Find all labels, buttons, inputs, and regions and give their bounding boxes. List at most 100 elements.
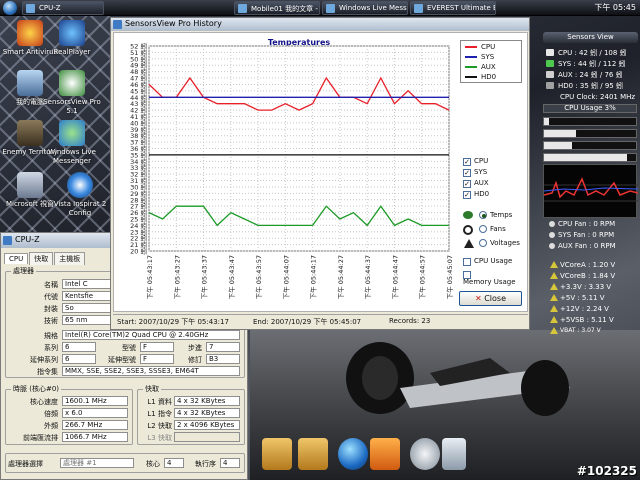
fan-row-aux: AUX Fan : 0 RPM — [549, 242, 616, 250]
label-instructions: 指令集 — [37, 368, 58, 376]
value-stepping: 7 — [206, 342, 240, 352]
legend-label: AUX — [481, 63, 496, 71]
everest-icon — [414, 4, 423, 13]
desktop-icon-vista-inspirat[interactable]: Vista Inspirat 2 Config — [50, 172, 110, 218]
chart-legend: CPU SYS AUX HD0 — [460, 40, 522, 83]
label-core-speed: 核心速度 — [30, 398, 58, 406]
legend-item-hd0: HD0 — [465, 73, 496, 81]
value-family: 6 — [62, 342, 96, 352]
taskbar: CPU-Z Mobile01 我的文章 - ... Windows Live M… — [0, 0, 640, 16]
value-cores: 4 — [164, 458, 184, 468]
history-titlebar[interactable]: SensorsView Pro History — [111, 18, 529, 31]
legend-label: HD0 — [481, 73, 497, 81]
label-family: 系列 — [44, 344, 58, 352]
checkbox-sys[interactable]: ✓ SYS — [463, 169, 490, 177]
value-package: So — [62, 303, 114, 313]
desktop-icon-messenger[interactable]: Windows Live Messenger — [42, 120, 102, 166]
voltage-row-vbat: VBAT : 3.07 V — [550, 327, 601, 334]
label-ext-model: 延伸型號 — [108, 356, 136, 364]
value-l3 — [174, 432, 240, 442]
gadget-title: Sensors View — [543, 32, 638, 43]
vista-icon — [67, 172, 93, 198]
cpu-icon — [546, 49, 554, 56]
gadget-graph — [543, 164, 639, 218]
sensor-row-aux: AUX : 24 蚓 / 76 蚓 — [546, 70, 623, 80]
sensor-row-hd0: HD0 : 35 蚓 / 95 蚓 — [546, 81, 623, 91]
cpu-usage-label: CPU Usage 3% — [564, 104, 616, 112]
value-ext-model: F — [140, 354, 174, 364]
cpuz-title: CPU-Z — [15, 235, 40, 244]
aux-icon — [546, 71, 554, 78]
checkbox-cpu[interactable]: ✓ CPU — [463, 158, 491, 166]
label-stepping: 步進 — [188, 344, 202, 352]
checkbox-aux[interactable]: ✓ AUX — [463, 180, 492, 188]
radio-fans[interactable]: Fans — [479, 225, 506, 233]
x-tick-label: 下午 05:44:17 — [309, 255, 318, 299]
voltage-row-3v3: +3.3V : 3.33 V — [549, 283, 612, 291]
documents-icon[interactable] — [298, 438, 328, 470]
tab-cpu[interactable]: CPU — [4, 253, 29, 264]
checkbox-cpu-usage[interactable]: CPU Usage — [463, 258, 515, 266]
y-tick-label: 52 蚓 — [130, 42, 147, 51]
desktop-icon-realplayer[interactable]: RealPlayer — [42, 20, 102, 57]
chart-area: Temperatures 20 蚓 21 蚓 22 蚓 23 蚓 24 蚓 25 蚓 26 … — [113, 32, 453, 312]
sensor-value: CPU : 42 蚓 / 108 蚓 — [558, 49, 627, 57]
computer-icon — [17, 70, 43, 96]
folder-icon[interactable] — [262, 438, 292, 470]
legend-swatch — [465, 46, 477, 48]
status-end: End: 2007/10/29 下午 05:45:07 — [253, 318, 362, 326]
globe-icon[interactable] — [338, 438, 368, 470]
radio-indicator — [479, 211, 487, 219]
sensor-row-sys: SYS : 44 蚓 / 112 蚓 — [546, 59, 626, 69]
desktop-icon-label: RealPlayer — [53, 48, 91, 56]
close-button-label: Close — [484, 294, 507, 303]
desktop-icon-label: Vista Inspirat 2 Config — [53, 200, 107, 217]
value-instructions: MMX, SSE, SSE2, SSE3, SSSE3, EM64T — [62, 366, 240, 376]
window-icon — [17, 172, 43, 198]
game-icon — [17, 120, 43, 146]
taskbar-button-messenger[interactable]: Windows Live Messen... — [322, 1, 408, 15]
checkbox-hd0[interactable]: ✓ HD0 — [463, 191, 492, 199]
taskbar-button-label: Windows Live Messen... — [339, 4, 407, 12]
radio-voltages[interactable]: Voltages — [479, 239, 520, 247]
value-multiplier: x 6.0 — [62, 408, 128, 418]
media-player-icon[interactable] — [370, 438, 400, 470]
check-icon: ✓ — [463, 169, 471, 177]
sys-icon — [546, 60, 554, 67]
legend-swatch — [465, 56, 477, 58]
x-tick-label: 下午 05:44:47 — [390, 255, 399, 299]
voltage-mode-icon — [464, 239, 474, 248]
value-revision: B3 — [206, 354, 240, 364]
taskbar-button-label: EVEREST Ultimate Edit... — [427, 4, 495, 12]
checkbox-memory-usage[interactable]: Memory Usage — [463, 271, 529, 287]
x-tick-label: 下午 05:43:27 — [172, 255, 181, 299]
bar-fill — [544, 154, 627, 161]
sensorsview-icon — [113, 20, 122, 29]
taskbar-button-everest[interactable]: EVEREST Ultimate Edit... — [410, 1, 496, 15]
wallpaper-race-car — [346, 342, 570, 416]
close-button[interactable]: ✕ Close — [459, 291, 522, 306]
taskbar-button-cpuz[interactable]: CPU-Z — [22, 1, 104, 15]
cpuz-icon — [26, 4, 35, 13]
desktop-icon-sensorsview[interactable]: SensorsView Pro 5.1 — [42, 70, 102, 116]
label-bus-speed: 外頻 — [44, 422, 58, 430]
recycle-bin-icon[interactable] — [442, 438, 466, 470]
legend-label: SYS — [481, 53, 495, 61]
checkbox-box — [463, 258, 471, 266]
start-button[interactable] — [3, 1, 17, 15]
voltage-row-5vsb: +5VSB : 5.11 V — [550, 316, 614, 324]
cpu-usage-bar: CPU Usage 3% — [543, 104, 637, 113]
desktop-icon-label: Microsoft 視窗 — [5, 200, 55, 208]
legend-item-sys: SYS — [465, 53, 494, 61]
value-model: F — [140, 342, 174, 352]
taskbar-button-mobile01[interactable]: Mobile01 我的文章 - ... — [234, 1, 320, 15]
tab-mainboard[interactable]: 主機板 — [54, 252, 86, 265]
x-tick-label: 下午 05:43:47 — [227, 255, 236, 299]
voltage-row-vcorea: VCoreA : 1.20 V — [549, 261, 616, 269]
radio-temps[interactable]: Temps — [479, 211, 512, 219]
settings-gear-icon[interactable] — [410, 438, 440, 470]
processor-select[interactable]: 處理器 #1 — [60, 458, 134, 468]
legend-swatch — [465, 76, 477, 78]
tab-cache[interactable]: 快取 — [29, 252, 54, 265]
sensorsview-history-window: SensorsView Pro History Temperatures 20 … — [110, 17, 530, 330]
